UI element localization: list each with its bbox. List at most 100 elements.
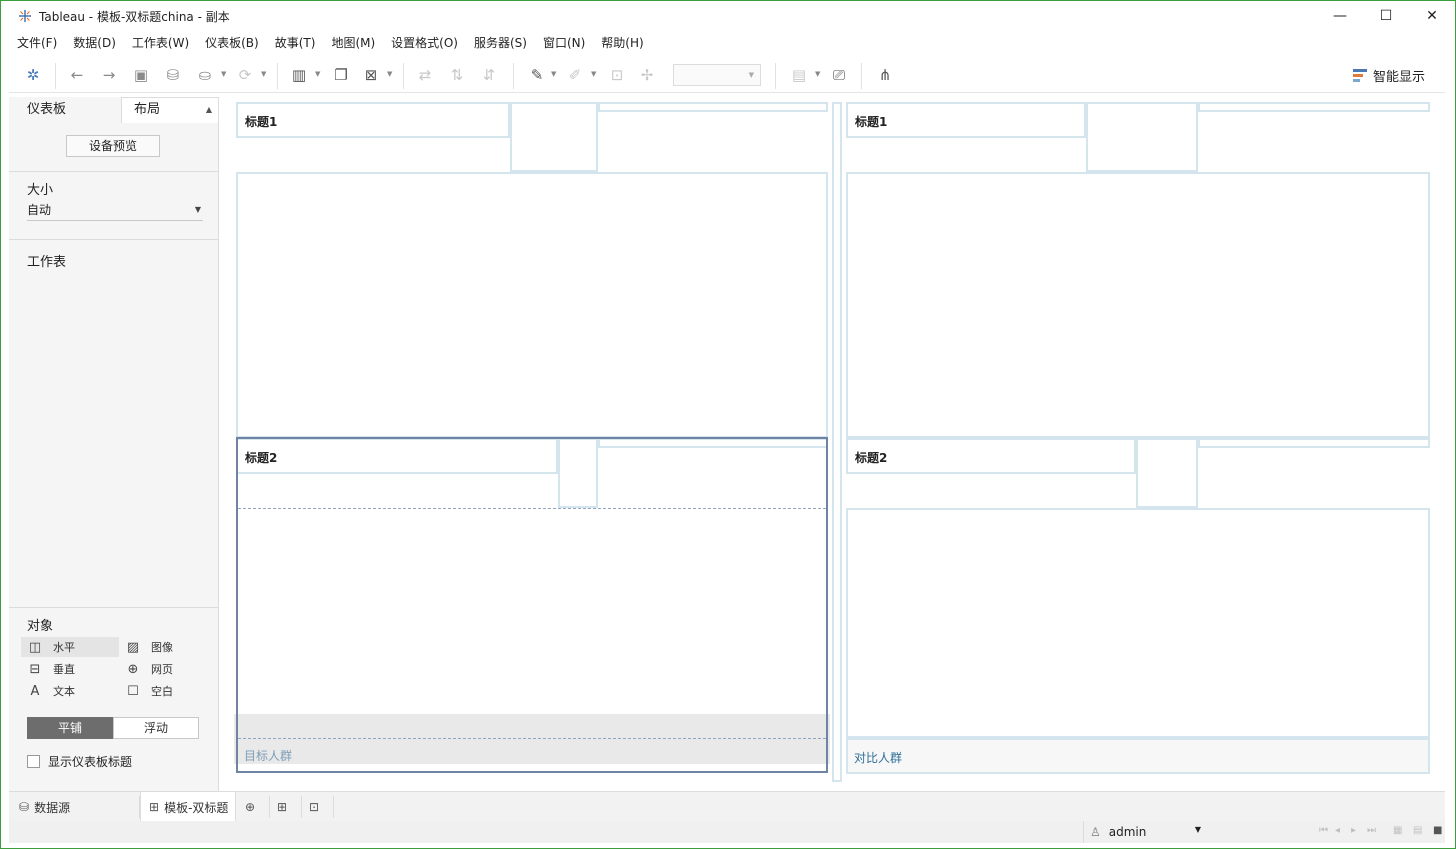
right-title2: 标题2	[855, 451, 888, 465]
show-cards-icon[interactable]: ▤	[789, 65, 809, 85]
last-page-icon[interactable]: ⏭	[1367, 825, 1376, 836]
device-preview-button[interactable]: 设备预览	[66, 135, 160, 157]
refresh-icon[interactable]: ⟳	[235, 65, 255, 85]
prev-page-icon[interactable]: ◂	[1335, 825, 1340, 836]
show-me-button[interactable]: 智能显示	[1352, 66, 1425, 85]
right-mid-blank-zone[interactable]	[1136, 438, 1198, 508]
refresh-dropdown-icon[interactable]: ▼	[261, 70, 266, 78]
filmstrip-view-icon[interactable]: ▤	[1413, 825, 1422, 836]
grid-view-icon[interactable]: ▦	[1393, 825, 1402, 836]
tab-layout[interactable]: 布局 ▲	[121, 97, 219, 123]
tableau-home-icon[interactable]: ✲	[23, 65, 43, 85]
object-text[interactable]: A 文本	[21, 681, 119, 701]
left-top-blank-zone[interactable]	[510, 102, 598, 172]
toolbar-separator	[403, 63, 404, 89]
sheet-tab-active[interactable]: ⊞ 模板-双标题	[140, 792, 236, 822]
right-chart-zone-2[interactable]	[846, 508, 1430, 738]
right-title1-zone[interactable]: 标题1	[846, 102, 1086, 138]
highlight-dropdown-icon[interactable]: ▼	[551, 70, 556, 78]
right-top-blank-zone[interactable]	[1086, 102, 1198, 172]
left-top-filter-zone[interactable]	[598, 102, 828, 112]
menu-dashboard[interactable]: 仪表板(B)	[205, 33, 259, 53]
dashboard-side-panel: 仪表板 布局 ▲ 设备预览 大小 自动 ▼ 工作表 对象 ◫ 水平 ▨ 图像 ⊟…	[9, 97, 219, 791]
redo-icon[interactable]: →	[99, 65, 119, 85]
size-select[interactable]: 自动 ▼	[27, 201, 203, 221]
menu-server[interactable]: 服务器(S)	[474, 33, 527, 53]
new-story-tab-button[interactable]: ⊡	[309, 792, 324, 822]
next-page-icon[interactable]: ▸	[1351, 825, 1356, 836]
right-top-filter-zone[interactable]	[1198, 102, 1430, 112]
menu-data[interactable]: 数据(D)	[73, 33, 116, 53]
worksheets-label: 工作表	[27, 255, 67, 270]
sort-ascending-icon[interactable]: ⇅	[447, 65, 467, 85]
minimize-button[interactable]: —	[1317, 1, 1363, 31]
side-panel-tabs: 仪表板 布局 ▲	[9, 97, 219, 123]
tab-switch-icon: ▲	[205, 105, 212, 114]
first-page-icon[interactable]: ⏮	[1319, 825, 1328, 836]
share-icon[interactable]: ⋔	[875, 65, 895, 85]
maximize-button[interactable]: ☐	[1363, 1, 1409, 31]
window-title: Tableau - 模板-双标题china - 副本	[39, 9, 230, 24]
clear-sheet-icon[interactable]: ⊠	[361, 65, 381, 85]
object-blank[interactable]: ☐ 空白	[125, 681, 205, 701]
right-caption-zone[interactable]: 对比人群	[846, 738, 1430, 774]
fit-select[interactable]: ▼	[673, 64, 761, 86]
undo-icon[interactable]: ←	[67, 65, 87, 85]
image-icon: ▨	[126, 639, 140, 655]
group-members-icon[interactable]: ✐	[565, 65, 585, 85]
tiled-button[interactable]: 平铺	[27, 717, 113, 739]
object-image[interactable]: ▨ 图像	[125, 637, 205, 657]
menu-map[interactable]: 地图(M)	[331, 33, 375, 53]
floating-button[interactable]: 浮动	[113, 717, 199, 739]
swap-rows-columns-icon[interactable]: ⇄	[415, 65, 435, 85]
show-dashboard-title-checkbox[interactable]: 显示仪表板标题	[27, 753, 132, 770]
tab-dashboard[interactable]: 仪表板	[9, 97, 121, 123]
right-chart-zone-1[interactable]	[846, 172, 1430, 438]
object-label: 垂直	[53, 663, 75, 676]
tabs-view-icon[interactable]: ■	[1433, 825, 1442, 836]
object-vertical[interactable]: ⊟ 垂直	[21, 659, 119, 679]
right-caption: 对比人群	[854, 751, 903, 765]
show-dashboard-title-label: 显示仪表板标题	[48, 755, 133, 769]
show-cards-dropdown-icon[interactable]: ▼	[815, 70, 820, 78]
new-data-source-icon[interactable]: ⛁	[163, 65, 183, 85]
toolbar-separator	[861, 63, 862, 89]
menu-format[interactable]: 设置格式(O)	[391, 33, 458, 53]
close-button[interactable]: ✕	[1409, 1, 1455, 31]
user-menu[interactable]: ♙ admin ▼	[1083, 821, 1209, 843]
object-web-page[interactable]: ⊕ 网页	[125, 659, 205, 679]
new-dashboard-tab-button[interactable]: ⊞	[277, 792, 292, 822]
object-horizontal[interactable]: ◫ 水平	[21, 637, 119, 657]
highlight-icon[interactable]: ✎	[527, 65, 547, 85]
pause-auto-update-icon[interactable]: ⛀	[195, 65, 215, 85]
chevron-down-icon: ▼	[194, 205, 201, 214]
fix-axes-icon[interactable]: ✢	[637, 65, 657, 85]
selected-container[interactable]	[236, 437, 828, 773]
right-mid-filter-zone[interactable]	[1198, 438, 1430, 448]
clear-dropdown-icon[interactable]: ▼	[387, 70, 392, 78]
blank-icon: ☐	[127, 683, 139, 699]
menu-story[interactable]: 故事(T)	[275, 33, 316, 53]
menu-worksheet[interactable]: 工作表(W)	[132, 33, 189, 53]
dashboard-icon: ⊞	[149, 800, 160, 814]
left-title1: 标题1	[245, 115, 278, 129]
presentation-mode-icon[interactable]: ⎚	[829, 65, 849, 85]
left-chart-zone-1[interactable]	[236, 172, 828, 438]
menu-help[interactable]: 帮助(H)	[601, 33, 643, 53]
pause-dropdown-icon[interactable]: ▼	[221, 70, 226, 78]
show-mark-labels-icon[interactable]: ⊡	[607, 65, 627, 85]
tableau-logo-icon	[17, 8, 33, 24]
new-worksheet-tab-button[interactable]: ⊕	[245, 792, 260, 822]
menu-window[interactable]: 窗口(N)	[543, 33, 585, 53]
new-worksheet-icon[interactable]: ▥	[289, 65, 309, 85]
group-dropdown-icon[interactable]: ▼	[591, 70, 596, 78]
save-icon[interactable]: ▣	[131, 65, 151, 85]
right-title2-zone[interactable]: 标题2	[846, 438, 1136, 474]
left-title1-zone[interactable]: 标题1	[236, 102, 510, 138]
data-source-tab[interactable]: ⛁ 数据源	[19, 792, 70, 822]
menu-file[interactable]: 文件(F)	[17, 33, 57, 53]
sort-descending-icon[interactable]: ⇵	[479, 65, 499, 85]
new-worksheet-dropdown-icon[interactable]: ▼	[315, 70, 320, 78]
duplicate-sheet-icon[interactable]: ❐	[331, 65, 351, 85]
user-icon: ♙	[1090, 825, 1101, 839]
